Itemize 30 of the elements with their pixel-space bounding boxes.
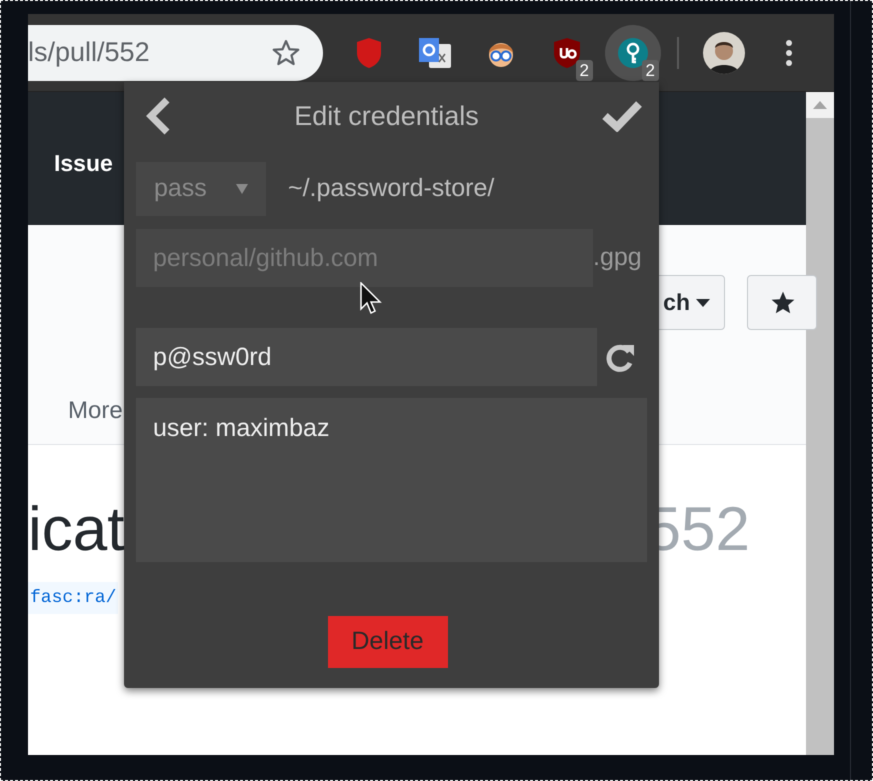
address-bar[interactable]: ls/pull/552 — [28, 24, 323, 80]
password-field[interactable]: p@ssw0rd — [136, 328, 597, 386]
star-icon — [770, 290, 796, 316]
caret-icon — [696, 298, 710, 306]
branch-label: fasc:ra/ — [28, 582, 118, 614]
shield-icon — [553, 36, 581, 68]
refresh-icon[interactable] — [605, 342, 635, 372]
caret-icon — [236, 184, 248, 194]
translate-icon — [417, 36, 453, 70]
tab-label[interactable]: More — [68, 393, 123, 429]
count-badge: 2 — [642, 60, 659, 80]
notes-field[interactable]: user: maximbaz — [136, 398, 647, 562]
count-badge: 2 — [576, 60, 593, 80]
star-button[interactable] — [747, 275, 817, 330]
url-text: ls/pull/552 — [28, 36, 150, 70]
extension-button[interactable]: 2 — [539, 24, 595, 80]
page-title: icat — [28, 499, 124, 561]
nav-link[interactable]: Issue — [54, 150, 113, 176]
extension-button[interactable]: 2 — [605, 24, 661, 80]
star-icon[interactable] — [271, 38, 301, 68]
popup-title: Edit credentials — [294, 100, 479, 133]
check-icon[interactable] — [602, 100, 642, 132]
file-extension: .gpg — [593, 242, 642, 274]
shield-icon — [356, 36, 382, 68]
menu-icon[interactable] — [785, 38, 793, 66]
cursor-icon — [360, 282, 382, 316]
scrollbar[interactable] — [806, 92, 834, 755]
avatar[interactable] — [703, 32, 745, 74]
back-icon[interactable] — [145, 97, 171, 135]
store-path: ~/.password-store/ — [288, 173, 494, 204]
